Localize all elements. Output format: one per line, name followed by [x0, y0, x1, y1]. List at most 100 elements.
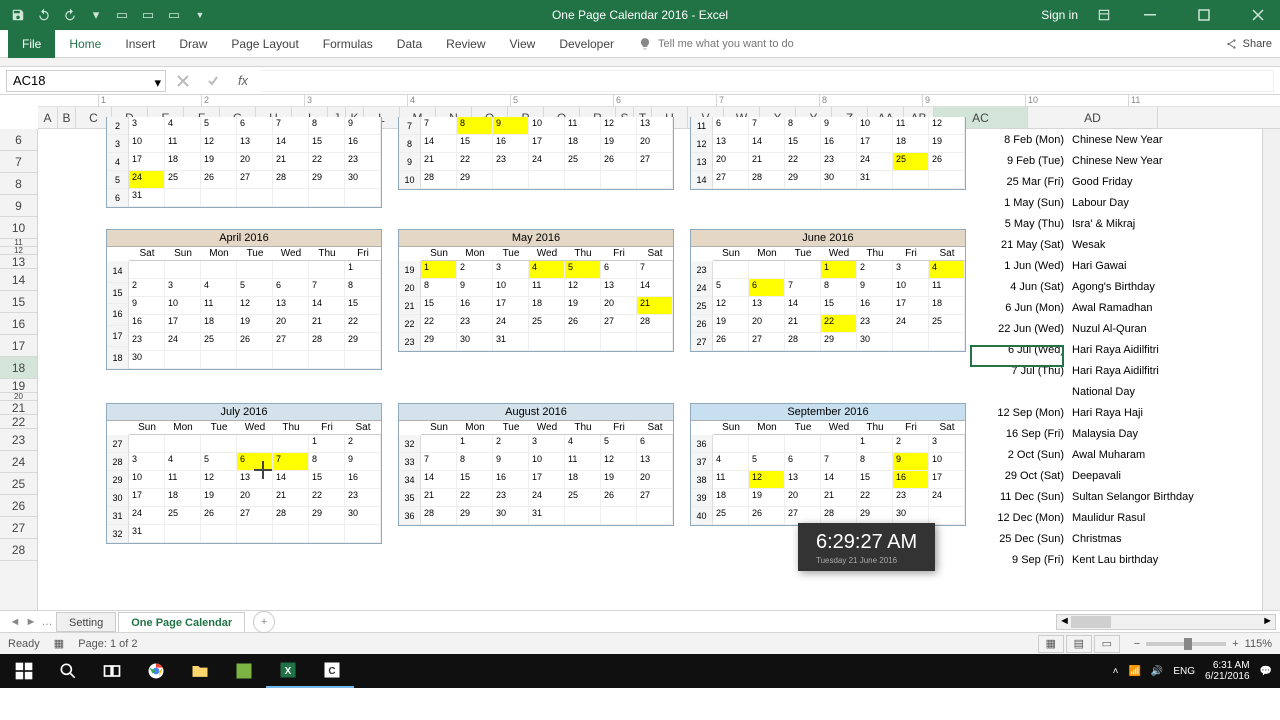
tray-volume-icon[interactable]: 🔊 [1151, 666, 1163, 677]
tab-formulas[interactable]: Formulas [313, 30, 383, 58]
holiday-row[interactable]: 4 Jun (Sat)Agong's Birthday [972, 276, 1204, 297]
sheet-nav-left-icon[interactable]: ◄ [8, 616, 22, 628]
month-september: September 2016 SunMonTueWedThuFriSat 363… [690, 403, 966, 526]
add-sheet-button[interactable]: + [253, 611, 275, 633]
name-box[interactable]: AC18 ▾ [6, 70, 166, 92]
holiday-row[interactable]: 5 May (Thu)Isra' & Mikraj [972, 213, 1204, 234]
sheet-more-icon[interactable]: … [40, 616, 54, 628]
chrome-icon[interactable] [134, 654, 178, 688]
tab-layout[interactable]: Page Layout [221, 30, 308, 58]
holiday-row[interactable]: 6 Jun (Mon)Awal Ramadhan [972, 297, 1204, 318]
holiday-row[interactable]: 11 Dec (Sun)Sultan Selangor Birthday [972, 486, 1204, 507]
share-icon [1225, 37, 1239, 51]
svg-text:X: X [285, 666, 292, 677]
zoom-control[interactable]: − + 115% [1134, 638, 1272, 650]
view-break-icon[interactable]: ▭ [1094, 635, 1120, 653]
tab-file[interactable]: File [8, 30, 55, 58]
minimize-button[interactable] [1130, 0, 1170, 30]
share-button[interactable]: Share [1225, 37, 1272, 51]
horizontal-scrollbar[interactable]: ◄► [1056, 614, 1276, 630]
tab-draw[interactable]: Draw [169, 30, 217, 58]
window-title: One Page Calendar 2016 - Excel [552, 8, 728, 22]
macro-icon[interactable]: ▦ [54, 637, 64, 650]
tell-me[interactable]: Tell me what you want to do [638, 37, 794, 51]
holiday-row[interactable]: National Day [972, 381, 1204, 402]
formula-bar: AC18 ▾ fx [0, 67, 1280, 95]
chevron-down-icon[interactable]: ▾ [154, 75, 161, 91]
holiday-row[interactable]: 21 May (Sat)Wesak [972, 234, 1204, 255]
status-bar: Ready ▦ Page: 1 of 2 ▦ ▤ ▭ − + 115% [0, 632, 1280, 654]
maximize-button[interactable] [1184, 0, 1224, 30]
holiday-row[interactable]: 25 Dec (Sun)Christmas [972, 528, 1204, 549]
holiday-row[interactable]: 1 May (Sun)Labour Day [972, 192, 1204, 213]
signin-link[interactable]: Sign in [1041, 8, 1078, 22]
zoom-out-icon[interactable]: − [1134, 638, 1140, 650]
tab-review[interactable]: Review [436, 30, 495, 58]
holiday-row[interactable]: 8 Feb (Mon)Chinese New Year [972, 129, 1204, 150]
month-july: July 2016 SunMonTueWedThuFriSat 27282930… [106, 403, 382, 544]
holiday-row[interactable]: 1 Jun (Wed)Hari Gawai [972, 255, 1204, 276]
month-may: May 2016 SunMonTueWedThuFriSat 192021222… [398, 229, 674, 352]
cancel-formula-icon[interactable] [170, 70, 196, 92]
status-ready: Ready [8, 638, 40, 650]
view-normal-icon[interactable]: ▦ [1038, 635, 1064, 653]
zoom-level[interactable]: 115% [1245, 638, 1272, 650]
camtasia-icon[interactable]: C [310, 654, 354, 688]
month-june: June 2016 SunMonTueWedThuFriSat 23242526… [690, 229, 966, 352]
holiday-row[interactable]: 9 Feb (Tue)Chinese New Year [972, 150, 1204, 171]
qa3-icon[interactable]: ▭ [162, 3, 186, 27]
svg-text:C: C [328, 666, 335, 677]
sheet-nav-right-icon[interactable]: ► [24, 616, 38, 628]
redo-icon[interactable] [58, 3, 82, 27]
qa1-icon[interactable]: ▭ [110, 3, 134, 27]
touch-icon[interactable]: ▾ [84, 3, 108, 27]
app-icon[interactable] [222, 654, 266, 688]
accept-formula-icon[interactable] [200, 70, 226, 92]
qa2-icon[interactable]: ▭ [136, 3, 160, 27]
holiday-row[interactable]: 2 Oct (Sun)Awal Muharam [972, 444, 1204, 465]
tab-developer[interactable]: Developer [549, 30, 624, 58]
ribbon-options-icon[interactable] [1092, 3, 1116, 27]
sheet-tab-setting[interactable]: Setting [56, 612, 116, 632]
tray-wifi-icon[interactable]: 📶 [1128, 666, 1140, 677]
holiday-row[interactable]: 22 Jun (Wed)Nuzul Al-Quran [972, 318, 1204, 339]
save-icon[interactable] [6, 3, 30, 27]
search-icon[interactable] [46, 654, 90, 688]
fx-icon[interactable]: fx [230, 70, 256, 92]
tab-data[interactable]: Data [387, 30, 432, 58]
tab-home[interactable]: Home [59, 30, 111, 58]
status-page: Page: 1 of 2 [78, 638, 137, 650]
holiday-row[interactable]: 12 Sep (Mon)Hari Raya Haji [972, 402, 1204, 423]
excel-icon[interactable]: X [266, 654, 310, 688]
sheet-tab-calendar[interactable]: One Page Calendar [118, 612, 245, 632]
tray-chevron-icon[interactable]: ˄ [1113, 666, 1119, 677]
zoom-in-icon[interactable]: + [1232, 638, 1238, 650]
vertical-scrollbar[interactable] [1262, 129, 1280, 610]
row-headers[interactable]: 6789101112131415161718192021222324252627… [0, 129, 38, 610]
start-button[interactable] [2, 654, 46, 688]
undo-icon[interactable] [32, 3, 56, 27]
view-page-icon[interactable]: ▤ [1066, 635, 1092, 653]
qat-more-icon[interactable]: ▼ [188, 3, 212, 27]
formula-input[interactable] [260, 70, 1274, 92]
holiday-row[interactable]: 12 Dec (Mon)Maulidur Rasul [972, 507, 1204, 528]
month-jan-partial: 2345634567891011121314151617181920212223… [106, 117, 382, 208]
notifications-icon[interactable]: 💬 [1260, 666, 1272, 677]
holiday-row[interactable]: 29 Oct (Sat)Deepavali [972, 465, 1204, 486]
ribbon-tabs: File Home Insert Draw Page Layout Formul… [0, 30, 1280, 58]
horizontal-ruler: 1234567891011 [38, 95, 1280, 107]
bulb-icon [638, 37, 652, 51]
selected-cell[interactable] [970, 345, 1064, 367]
holiday-row[interactable]: 9 Sep (Fri)Kent Lau birthday [972, 549, 1204, 570]
task-view-icon[interactable] [90, 654, 134, 688]
worksheet-cells[interactable]: 2345634567891011121314151617181920212223… [38, 129, 1262, 610]
tray-lang[interactable]: ENG [1173, 666, 1195, 677]
close-button[interactable] [1238, 0, 1278, 30]
tab-view[interactable]: View [500, 30, 546, 58]
tray-clock[interactable]: 6:31 AM 6/21/2016 [1205, 660, 1250, 682]
windows-taskbar: X C ˄ 📶 🔊 ENG 6:31 AM 6/21/2016 💬 [0, 654, 1280, 688]
holiday-row[interactable]: 16 Sep (Fri)Malaysia Day [972, 423, 1204, 444]
holiday-row[interactable]: 25 Mar (Fri)Good Friday [972, 171, 1204, 192]
tab-insert[interactable]: Insert [115, 30, 165, 58]
explorer-icon[interactable] [178, 654, 222, 688]
